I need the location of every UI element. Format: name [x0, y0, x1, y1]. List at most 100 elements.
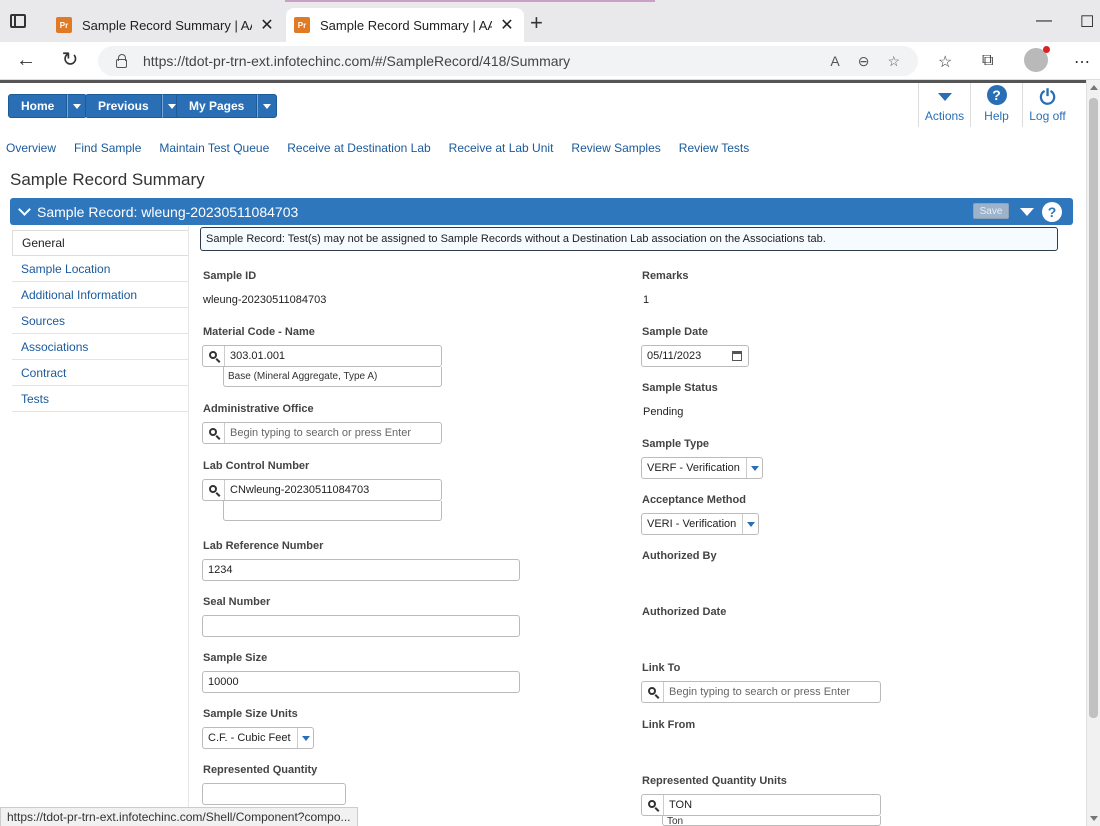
tab-general[interactable]: General — [12, 230, 188, 256]
maximize-icon[interactable]: ☐ — [1080, 12, 1094, 32]
address-bar: ← ↻ https://tdot-pr-trn-ext.infotechinc.… — [0, 42, 1100, 80]
sample-size-units-label: Sample Size Units — [203, 708, 298, 720]
link-overview[interactable]: Overview — [6, 141, 56, 155]
sample-size-label: Sample Size — [203, 652, 268, 664]
favorite-add-icon[interactable]: ☆ — [887, 53, 900, 70]
admin-office-label: Administrative Office — [203, 403, 314, 415]
sample-type-select[interactable]: VERF - Verification — [641, 457, 763, 479]
sample-size-input[interactable]: 10000 — [202, 671, 520, 693]
more-icon[interactable]: ⋯ — [1074, 52, 1090, 72]
sample-size-units-value: C.F. - Cubic Feet — [208, 732, 291, 744]
search-icon[interactable] — [203, 423, 225, 443]
read-aloud-icon[interactable]: A — [830, 53, 839, 69]
page-scrollbar[interactable] — [1086, 80, 1100, 826]
lab-control-label: Lab Control Number — [203, 460, 310, 472]
lock-icon — [116, 54, 127, 68]
represented-quantity-units-detail: Ton — [662, 816, 881, 826]
home-split-button: Home — [8, 94, 88, 118]
collections-icon[interactable]: ⧉ — [982, 52, 993, 70]
calendar-icon[interactable] — [732, 351, 742, 361]
search-icon[interactable] — [203, 480, 225, 500]
material-code-input[interactable]: 303.01.001 — [202, 345, 442, 367]
chevron-down-icon — [73, 103, 82, 109]
validation-alert: Sample Record: Test(s) may not be assign… — [200, 227, 1058, 251]
link-receive-destination-lab[interactable]: Receive at Destination Lab — [287, 141, 430, 155]
home-button[interactable]: Home — [8, 94, 68, 118]
link-maintain-test-queue[interactable]: Maintain Test Queue — [159, 141, 269, 155]
my-pages-button[interactable]: My Pages — [176, 94, 258, 118]
represented-quantity-input[interactable] — [202, 783, 346, 805]
section-menu-icon[interactable] — [1020, 208, 1034, 216]
sample-status-value: Pending — [643, 406, 684, 418]
tab-contract[interactable]: Contract — [12, 360, 188, 386]
tab-additional-information[interactable]: Additional Information — [12, 282, 188, 308]
chevron-down-icon[interactable] — [18, 202, 31, 216]
side-tab-list: General Sample Location Additional Infor… — [12, 230, 188, 412]
authorized-date-label: Authorized Date — [642, 606, 727, 618]
represented-quantity-units-input[interactable]: TON — [641, 794, 881, 816]
chevron-down-icon — [167, 103, 176, 109]
url-field[interactable]: https://tdot-pr-trn-ext.infotechinc.com/… — [98, 46, 918, 76]
back-icon[interactable]: ← — [14, 50, 38, 70]
help-icon[interactable]: ? — [1042, 202, 1062, 222]
profile-avatar[interactable] — [1024, 46, 1050, 72]
browser-tab-bar: Pr Sample Record Summary | AASH ✕ Pr Sam… — [0, 0, 1100, 42]
logoff-label: Log off — [1029, 109, 1066, 123]
lab-reference-input[interactable]: 1234 — [202, 559, 520, 581]
material-name-value: Base (Mineral Aggregate, Type A) — [223, 367, 442, 387]
chevron-down-icon[interactable] — [742, 514, 758, 534]
admin-office-input[interactable]: Begin typing to search or press Enter — [202, 422, 442, 444]
new-tab-icon[interactable]: + — [530, 12, 543, 34]
actions-label: Actions — [924, 109, 965, 123]
scrollbar-thumb[interactable] — [1089, 98, 1098, 718]
url-text: https://tdot-pr-trn-ext.infotechinc.com/… — [143, 53, 571, 69]
tab-sample-location[interactable]: Sample Location — [12, 256, 188, 282]
tab-actions-icon[interactable] — [10, 14, 26, 28]
zoom-icon[interactable]: ⊖ — [858, 53, 870, 70]
acceptance-method-select[interactable]: VERI - Verification — [641, 513, 759, 535]
section-header: Sample Record: wleung-20230511084703 Sav… — [10, 198, 1073, 225]
remarks-value: 1 — [643, 294, 650, 306]
link-to-input[interactable]: Begin typing to search or press Enter — [641, 681, 881, 703]
link-from-label: Link From — [642, 719, 696, 731]
minimize-icon[interactable]: — — [1036, 12, 1052, 30]
scroll-down-icon[interactable] — [1090, 816, 1098, 821]
browser-tab-1[interactable]: Pr Sample Record Summary | AASH ✕ — [48, 8, 284, 42]
app-toolbar: Home Previous My Pages Actions ? Help ⏻ … — [0, 83, 1086, 127]
mypages-dropdown[interactable] — [257, 94, 278, 118]
actions-button[interactable]: Actions — [918, 83, 970, 127]
chevron-down-icon[interactable] — [297, 728, 313, 748]
help-label: Help — [984, 109, 1009, 123]
save-button[interactable]: Save — [973, 203, 1009, 219]
sample-date-input[interactable]: 05/11/2023 — [641, 345, 749, 367]
actions-caret-icon — [937, 93, 952, 101]
tab-tests[interactable]: Tests — [12, 386, 188, 412]
form-panel — [188, 226, 1086, 826]
help-button[interactable]: ? Help — [970, 83, 1022, 127]
lab-reference-label: Lab Reference Number — [203, 540, 324, 552]
tab-associations[interactable]: Associations — [12, 334, 188, 360]
tab-sources[interactable]: Sources — [12, 308, 188, 334]
power-icon: ⏻ — [1039, 87, 1056, 109]
search-icon[interactable] — [642, 795, 664, 815]
logoff-button[interactable]: ⏻ Log off — [1022, 83, 1072, 127]
search-icon[interactable] — [642, 682, 664, 702]
acceptance-method-label: Acceptance Method — [642, 494, 746, 506]
scroll-up-icon[interactable] — [1090, 85, 1098, 90]
quick-links: Overview Find Sample Maintain Test Queue… — [6, 141, 767, 155]
previous-button[interactable]: Previous — [85, 94, 162, 118]
close-icon[interactable]: ✕ — [258, 15, 276, 35]
search-icon[interactable] — [203, 346, 225, 366]
refresh-icon[interactable]: ↻ — [58, 50, 82, 70]
link-find-sample[interactable]: Find Sample — [74, 141, 141, 155]
seal-number-input[interactable] — [202, 615, 520, 637]
sample-size-units-select[interactable]: C.F. - Cubic Feet — [202, 727, 314, 749]
link-review-samples[interactable]: Review Samples — [571, 141, 660, 155]
close-icon[interactable]: ✕ — [498, 15, 516, 35]
link-review-tests[interactable]: Review Tests — [679, 141, 749, 155]
favorites-icon[interactable]: ☆ — [938, 52, 952, 72]
chevron-down-icon[interactable] — [746, 458, 762, 478]
link-receive-lab-unit[interactable]: Receive at Lab Unit — [449, 141, 554, 155]
browser-tab-2[interactable]: Pr Sample Record Summary | AASH ✕ — [286, 8, 524, 42]
lab-control-input[interactable]: CNwleung-20230511084703 — [202, 479, 442, 501]
